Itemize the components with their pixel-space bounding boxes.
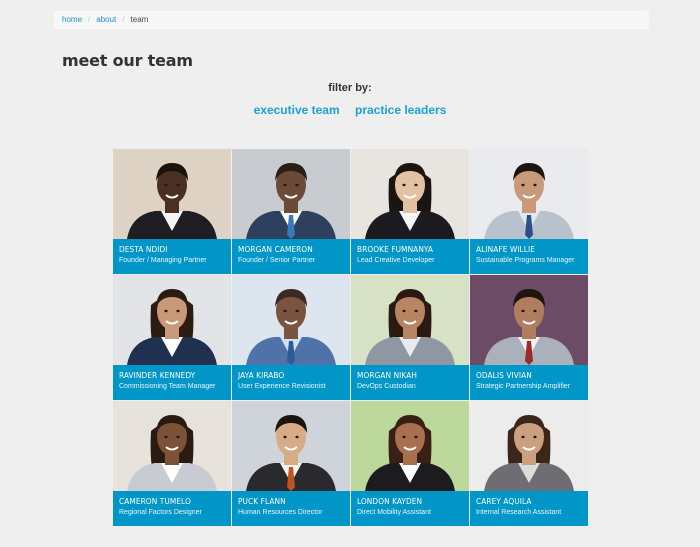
- team-member-name: CAMERON TUMELO: [119, 496, 191, 506]
- team-member-card[interactable]: JAYA KIRABO User Experience Revisionist: [232, 275, 350, 400]
- filter-options: executive team practice leaders: [0, 103, 700, 117]
- portrait-photo: [232, 401, 350, 491]
- portrait-photo: [470, 275, 588, 365]
- portrait-photo: [113, 401, 231, 491]
- team-member-caption: PUCK FLANN Human Resources Director: [232, 491, 350, 526]
- team-member-photo: [232, 275, 350, 365]
- portrait-photo: [232, 275, 350, 365]
- team-member-name: RAVINDER KENNEDY: [119, 370, 196, 380]
- team-member-role: Human Resources Director: [238, 509, 323, 516]
- team-member-caption: ODALIS VIVIAN Strategic Partnership Ampl…: [470, 365, 588, 400]
- team-member-caption: JAYA KIRABO User Experience Revisionist: [232, 365, 350, 400]
- breadcrumb-current: team: [130, 15, 149, 24]
- portrait-photo: [470, 149, 588, 239]
- team-member-card[interactable]: RAVINDER KENNEDY Commissioning Team Mana…: [113, 275, 231, 400]
- team-member-caption: LONDON KAYDEN Direct Mobility Assistant: [351, 491, 469, 526]
- team-member-caption: CAREY AQUILA Internal Research Assistant: [470, 491, 588, 526]
- portrait-photo: [470, 401, 588, 491]
- team-member-role: Direct Mobility Assistant: [357, 509, 431, 516]
- team-member-name: MORGAN NIKAH: [357, 370, 418, 380]
- team-member-role: Founder / Senior Partner: [238, 257, 316, 264]
- team-member-name: CAREY AQUILA: [476, 496, 532, 506]
- team-member-card[interactable]: MORGAN NIKAH DevOps Custodian: [351, 275, 469, 400]
- page-title: meet our team: [62, 51, 193, 70]
- team-member-photo: [470, 149, 588, 239]
- team-member-photo: [351, 401, 469, 491]
- team-member-card[interactable]: LONDON KAYDEN Direct Mobility Assistant: [351, 401, 469, 526]
- team-member-photo: [470, 401, 588, 491]
- portrait-photo: [232, 149, 350, 239]
- team-member-caption: RAVINDER KENNEDY Commissioning Team Mana…: [113, 365, 231, 400]
- breadcrumb: home / about / team: [54, 11, 649, 29]
- team-member-card[interactable]: CAMERON TUMELO Regional Factors Designer: [113, 401, 231, 526]
- team-member-caption: MORGAN NIKAH DevOps Custodian: [351, 365, 469, 400]
- filter-executive-team-link[interactable]: executive team: [254, 103, 340, 117]
- team-member-name: JAYA KIRABO: [238, 370, 285, 380]
- team-member-role: Commissioning Team Manager: [119, 383, 216, 390]
- team-member-photo: [113, 401, 231, 491]
- team-member-role: Founder / Managing Partner: [119, 257, 207, 264]
- team-member-caption: DESTA NDIDI Founder / Managing Partner: [113, 239, 231, 274]
- team-member-photo: [470, 275, 588, 365]
- team-member-photo: [232, 149, 350, 239]
- portrait-photo: [351, 275, 469, 365]
- team-member-name: DESTA NDIDI: [119, 244, 168, 254]
- team-member-card[interactable]: MORGAN CAMERON Founder / Senior Partner: [232, 149, 350, 274]
- portrait-photo: [351, 401, 469, 491]
- team-member-card[interactable]: DESTA NDIDI Founder / Managing Partner: [113, 149, 231, 274]
- portrait-photo: [351, 149, 469, 239]
- filter-label: filter by:: [328, 82, 372, 94]
- team-member-caption: ALINAFE WILLIE Sustainable Programs Mana…: [470, 239, 588, 274]
- team-member-name: MORGAN CAMERON: [238, 244, 313, 254]
- team-member-card[interactable]: ALINAFE WILLIE Sustainable Programs Mana…: [470, 149, 588, 274]
- team-member-caption: BROOKE FUMNANYA Lead Creative Developer: [351, 239, 469, 274]
- team-member-role: Lead Creative Developer: [357, 257, 435, 264]
- team-grid: DESTA NDIDI Founder / Managing Partner M…: [113, 149, 590, 526]
- team-member-name: LONDON KAYDEN: [357, 496, 423, 506]
- team-member-role: Internal Research Assistant: [476, 509, 562, 516]
- breadcrumb-separator: /: [88, 15, 91, 24]
- breadcrumb-about-link[interactable]: about: [96, 11, 116, 29]
- team-member-photo: [351, 275, 469, 365]
- portrait-photo: [113, 149, 231, 239]
- team-member-card[interactable]: BROOKE FUMNANYA Lead Creative Developer: [351, 149, 469, 274]
- team-member-name: ODALIS VIVIAN: [476, 370, 532, 380]
- team-member-role: Sustainable Programs Manager: [476, 257, 575, 264]
- team-member-card[interactable]: PUCK FLANN Human Resources Director: [232, 401, 350, 526]
- team-member-role: User Experience Revisionist: [238, 383, 326, 390]
- team-member-name: ALINAFE WILLIE: [476, 244, 535, 254]
- team-member-photo: [351, 149, 469, 239]
- breadcrumb-home-link[interactable]: home: [62, 11, 82, 29]
- team-member-photo: [113, 275, 231, 365]
- team-member-card[interactable]: ODALIS VIVIAN Strategic Partnership Ampl…: [470, 275, 588, 400]
- team-member-role: DevOps Custodian: [357, 383, 416, 390]
- team-member-role: Strategic Partnership Amplifier: [476, 383, 571, 390]
- portrait-photo: [113, 275, 231, 365]
- breadcrumb-separator: /: [122, 15, 125, 24]
- team-member-photo: [232, 401, 350, 491]
- team-member-photo: [113, 149, 231, 239]
- team-member-role: Regional Factors Designer: [119, 509, 202, 516]
- team-member-name: BROOKE FUMNANYA: [357, 244, 434, 254]
- team-member-caption: CAMERON TUMELO Regional Factors Designer: [113, 491, 231, 526]
- team-member-caption: MORGAN CAMERON Founder / Senior Partner: [232, 239, 350, 274]
- filter-practice-leaders-link[interactable]: practice leaders: [355, 103, 446, 117]
- team-member-card[interactable]: CAREY AQUILA Internal Research Assistant: [470, 401, 588, 526]
- team-member-name: PUCK FLANN: [238, 496, 286, 506]
